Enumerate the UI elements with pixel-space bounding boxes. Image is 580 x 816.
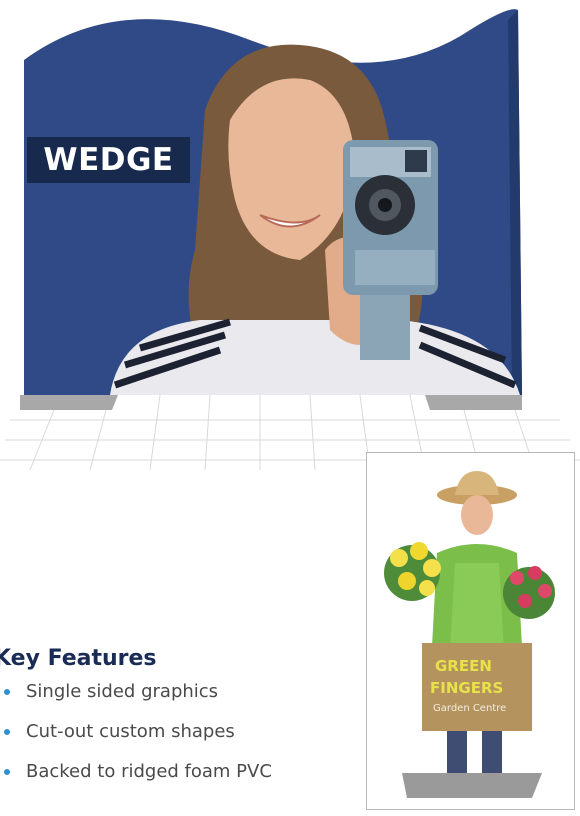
feature-text: Single sided graphics xyxy=(26,681,219,702)
list-item: Single sided graphics xyxy=(0,672,272,712)
cutout-display-photo: GREEN FINGERS Garden Centre xyxy=(366,452,575,810)
features-list: Single sided graphics Cut-out custom sha… xyxy=(0,672,272,792)
wedge-display-image: WEDGE xyxy=(0,0,580,470)
display-foot-right xyxy=(425,395,522,410)
list-item: Backed to ridged foam PVC xyxy=(0,752,272,792)
flowers-left xyxy=(384,542,441,601)
display-foot-left xyxy=(20,395,118,410)
wedge-label: WEDGE xyxy=(27,137,190,183)
sign-line-2: FINGERS xyxy=(430,679,503,697)
features-title: Key Features xyxy=(0,646,157,671)
list-item: Cut-out custom shapes xyxy=(0,712,272,752)
bullet-icon xyxy=(4,729,10,735)
wedge-display-illustration xyxy=(0,9,580,470)
feature-text: Cut-out custom shapes xyxy=(26,721,235,742)
gardener-cutout-illustration: GREEN FINGERS Garden Centre xyxy=(384,471,555,798)
bullet-icon xyxy=(4,689,10,695)
feature-text: Backed to ridged foam PVC xyxy=(26,761,272,782)
sign-line-1: GREEN xyxy=(435,657,492,675)
sign-line-3: Garden Centre xyxy=(433,703,506,714)
bullet-icon xyxy=(4,769,10,775)
